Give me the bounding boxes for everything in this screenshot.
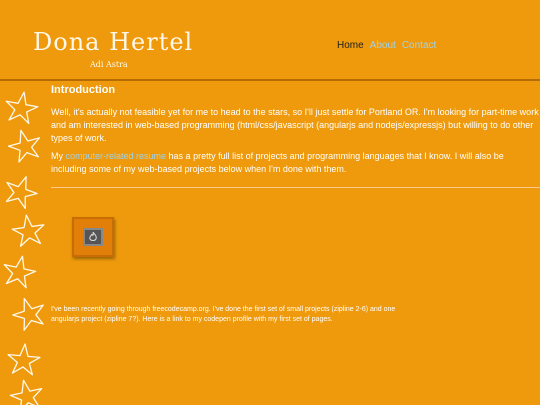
intro-heading: Introduction <box>51 84 116 96</box>
site-title: Dona Hertel <box>33 28 194 56</box>
section-divider <box>51 187 540 188</box>
star-border-decoration <box>3 91 45 405</box>
star-icon <box>3 255 37 289</box>
nav-contact[interactable]: Contact <box>402 40 436 51</box>
star-icon <box>5 91 39 125</box>
intro-paragraph-2: My computer-related resume has a pretty … <box>51 150 540 176</box>
star-icon <box>7 129 41 163</box>
codepen-button[interactable] <box>72 217 114 257</box>
nav-about[interactable]: About <box>370 40 396 51</box>
star-icon <box>7 343 41 376</box>
intro-paragraph-1: Well, it's actually not feasible yet for… <box>51 107 539 143</box>
intro-paragraph-2-pre: My <box>51 151 66 161</box>
star-icon <box>11 214 45 247</box>
main-nav: Home About Contact <box>337 40 436 51</box>
site-subtitle: Adi Astra <box>90 60 128 69</box>
resume-link[interactable]: computer-related resume <box>66 151 167 161</box>
nav-home[interactable]: Home <box>337 40 364 51</box>
star-icon <box>12 297 44 331</box>
codepen-icon <box>83 228 103 246</box>
projects-description: I've been recently going through freecod… <box>51 306 396 323</box>
intro-section: Introduction Well, it's actually not fea… <box>51 84 540 181</box>
star-icon <box>9 379 43 405</box>
star-icon <box>5 176 38 209</box>
site-header: Dona Hertel Adi Astra Home About Contact <box>0 0 540 81</box>
